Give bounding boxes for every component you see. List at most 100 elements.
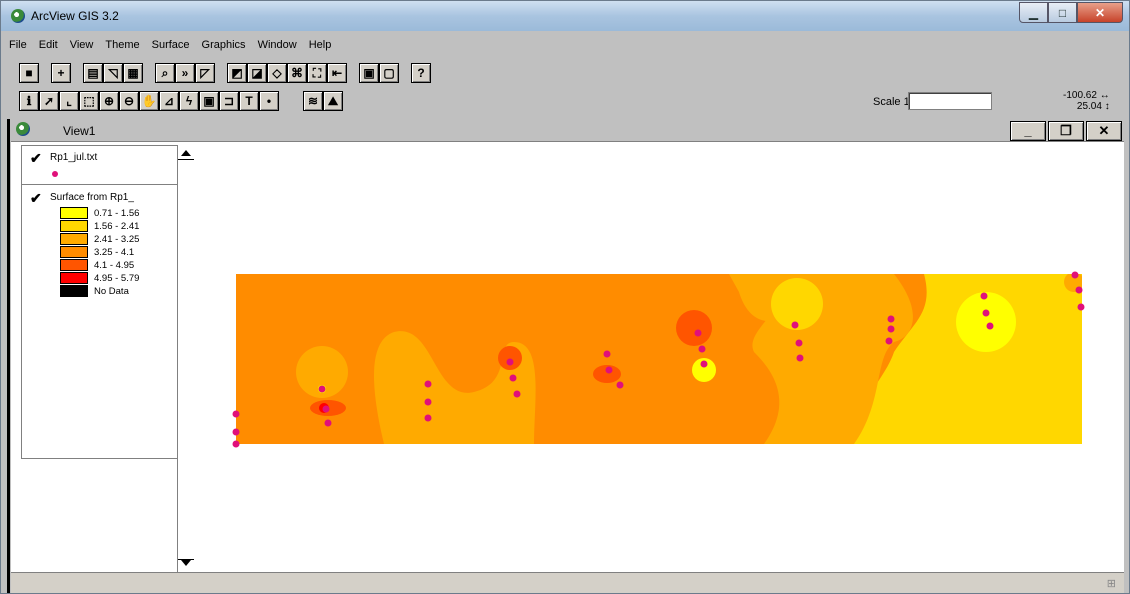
vertex-edit-icon: ⌞ (66, 94, 72, 108)
sample-point (232, 428, 240, 436)
hotlink-tool[interactable]: ϟ (179, 91, 199, 111)
minimize-button[interactable]: ▁ (1019, 2, 1048, 23)
x-coordinate: -100.62 (1063, 90, 1097, 101)
profile-tool-icon: ⛰ (327, 93, 339, 108)
scroll-down-icon[interactable] (181, 560, 191, 566)
legend-swatch (60, 285, 88, 297)
text-tool[interactable]: T (239, 91, 259, 111)
menu-view[interactable]: View (70, 39, 94, 57)
menu-edit[interactable]: Edit (39, 39, 58, 57)
layout-button[interactable]: ▣ (359, 63, 379, 83)
select-feature-icon: ⬚ (83, 94, 95, 108)
profile-tool[interactable]: ⛰ (323, 91, 343, 111)
zoom-active-button[interactable]: ⛶ (307, 63, 327, 83)
sample-point (791, 321, 799, 329)
zoom-out-icon: ⊖ (123, 94, 135, 108)
title-bar[interactable]: ArcView GIS 3.2 ▁ □ ✕ (1, 1, 1129, 31)
find-button[interactable]: ⌕ (155, 63, 175, 83)
sample-point (698, 345, 706, 353)
resize-grip-icon[interactable]: ⊞ (1107, 577, 1116, 590)
area-of-interest-tool[interactable]: ▣ (199, 91, 219, 111)
query-builder-icon: » (181, 66, 189, 80)
menu-surface[interactable]: Surface (152, 39, 190, 57)
draw-point-tool[interactable]: • (259, 91, 279, 111)
menu-file[interactable]: File (9, 39, 27, 57)
zoom-active-icon: ⛶ (312, 65, 322, 80)
arcview-globe-icon (11, 9, 25, 23)
view-title-bar[interactable]: View1 _ ❐ ✕ (11, 119, 1124, 142)
x-arrow-icon: ↔ (1099, 90, 1110, 101)
measure-icon: ⊿ (163, 94, 175, 108)
add-theme-button[interactable]: + (51, 63, 71, 83)
select-feature-tool[interactable]: ⬚ (79, 91, 99, 111)
minimize-icon: ▁ (1028, 5, 1039, 20)
maximize-button[interactable]: □ (1048, 2, 1077, 23)
find-icon: ⌕ (161, 65, 169, 80)
toc-scrollbar[interactable] (177, 145, 194, 572)
theme-properties-button[interactable]: ▤ (83, 63, 103, 83)
view-minimize-button[interactable]: _ (1010, 121, 1046, 141)
close-button[interactable]: ✕ (1077, 2, 1123, 23)
map-canvas[interactable] (194, 142, 1124, 572)
hillshade-button[interactable]: ◇ (267, 63, 287, 83)
pointer-tool[interactable]: ➚ (39, 91, 59, 111)
view-title: View1 (63, 124, 96, 138)
map-display[interactable] (194, 142, 1124, 572)
legend-swatch (60, 246, 88, 258)
identify-tool[interactable]: ℹ (19, 91, 39, 111)
sample-point (424, 414, 432, 422)
legend-swatch (60, 220, 88, 232)
sample-point (887, 325, 895, 333)
zoom-previous-button[interactable]: ⇤ (327, 63, 347, 83)
save-button[interactable]: ■ (19, 63, 39, 83)
legend-item: 4.1 - 4.95 (60, 259, 134, 271)
view-close-button[interactable]: ✕ (1086, 121, 1122, 141)
scroll-up-icon[interactable] (181, 150, 191, 156)
help-button[interactable]: ? (411, 63, 431, 83)
area-of-interest-icon: ▣ (203, 94, 215, 108)
print-button[interactable]: ▢ (379, 63, 399, 83)
legend-label: 1.56 - 2.41 (94, 220, 140, 232)
query-builder-button[interactable]: » (175, 63, 195, 83)
measure-tool[interactable]: ⊿ (159, 91, 179, 111)
tool-bar: ℹ ➚ ⌞ ⬚ ⊕ ⊖ ✋ ⊿ ϟ ▣ ⊐ T • ≋ ⛰ (19, 89, 343, 113)
legend-label: 2.41 - 3.25 (94, 233, 140, 245)
sample-point (506, 358, 514, 366)
visibility-checkmark-icon[interactable]: ✔ (30, 150, 42, 167)
menu-graphics[interactable]: Graphics (202, 39, 246, 57)
zoom-previous-icon: ⇤ (331, 66, 343, 80)
zoom-out-tool[interactable]: ⊖ (119, 91, 139, 111)
sample-point (605, 366, 613, 374)
menu-help[interactable]: Help (309, 39, 332, 57)
select-by-theme-icon: ◸ (200, 66, 210, 80)
legend-item: No Data (60, 285, 129, 297)
create-surface-button[interactable]: ◩ (227, 63, 247, 83)
contour-tool[interactable]: ≋ (303, 91, 323, 111)
label-tool[interactable]: ⊐ (219, 91, 239, 111)
sample-point (1075, 286, 1083, 294)
sample-point (513, 390, 521, 398)
restore-icon: ❐ (1060, 123, 1072, 138)
open-table-button[interactable]: ▦ (123, 63, 143, 83)
edit-legend-button[interactable]: ◹ (103, 63, 123, 83)
legend-swatch (60, 233, 88, 245)
legend-label: 3.25 - 4.1 (94, 246, 135, 258)
menu-window[interactable]: Window (258, 39, 297, 57)
sample-point (982, 309, 990, 317)
pan-tool[interactable]: ✋ (139, 91, 159, 111)
menu-theme[interactable]: Theme (105, 39, 139, 57)
scale-input[interactable] (908, 92, 992, 110)
zoom-in-tool[interactable]: ⊕ (99, 91, 119, 111)
legend-label: 4.95 - 5.79 (94, 272, 140, 284)
visibility-checkmark-icon[interactable]: ✔ (30, 190, 42, 207)
sample-point (616, 381, 624, 389)
sample-point (980, 292, 988, 300)
vertex-edit-tool[interactable]: ⌞ (59, 91, 79, 111)
create-contours-button[interactable]: ◪ (247, 63, 267, 83)
sample-point (424, 398, 432, 406)
zoom-full-button[interactable]: ⌘ (287, 63, 307, 83)
legend-label: 0.71 - 1.56 (94, 207, 140, 219)
create-surface-icon: ◩ (231, 66, 243, 80)
view-restore-button[interactable]: ❐ (1048, 121, 1084, 141)
select-by-theme-button[interactable]: ◸ (195, 63, 215, 83)
